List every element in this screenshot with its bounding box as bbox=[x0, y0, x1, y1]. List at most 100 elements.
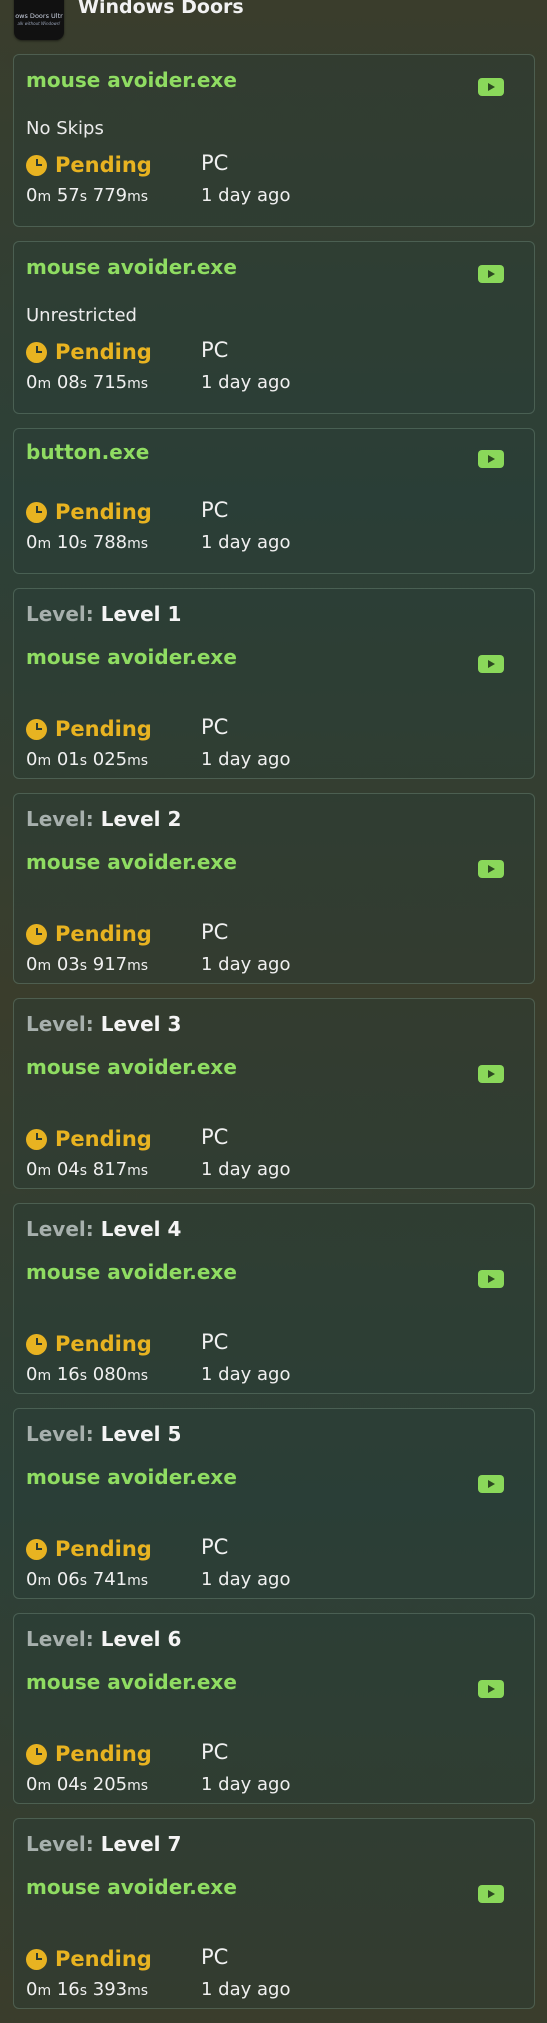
time-milliseconds: 080 bbox=[92, 1364, 128, 1385]
run-card[interactable]: mouse avoider.exe No Skips Pending PC 0m 57s… bbox=[13, 54, 535, 227]
status-badge: Pending bbox=[26, 1537, 152, 1561]
clock-icon bbox=[26, 1333, 47, 1355]
status-text: Pending bbox=[55, 153, 152, 177]
status-text: Pending bbox=[55, 500, 152, 524]
platform-label: PC bbox=[201, 151, 229, 175]
play-video-icon[interactable] bbox=[478, 860, 504, 878]
play-video-icon[interactable] bbox=[478, 655, 504, 673]
clock-icon bbox=[26, 1538, 47, 1560]
run-time: 0m 06s 741ms bbox=[26, 1569, 149, 1590]
category-link[interactable]: mouse avoider.exe bbox=[26, 68, 237, 92]
submitted-ago: 1 day ago bbox=[201, 1979, 291, 2000]
level-name: Level 6 bbox=[100, 1627, 182, 1651]
run-time: 0m 08s 715ms bbox=[26, 372, 149, 393]
time-seconds: 16 bbox=[56, 1979, 80, 2000]
run-card[interactable]: Level: Level 3 mouse avoider.exe Pending PC… bbox=[13, 998, 535, 1189]
clock-icon bbox=[26, 1743, 47, 1765]
status-badge: Pending bbox=[26, 922, 152, 946]
level-label: Level: bbox=[26, 807, 94, 831]
clock-icon bbox=[26, 1948, 47, 1970]
time-seconds: 57 bbox=[56, 185, 80, 206]
status-badge: Pending bbox=[26, 340, 152, 364]
time-milliseconds: 741 bbox=[92, 1569, 128, 1590]
time-milliseconds: 817 bbox=[92, 1159, 128, 1180]
submitted-ago: 1 day ago bbox=[201, 1569, 291, 1590]
submitted-ago: 1 day ago bbox=[201, 372, 291, 393]
status-text: Pending bbox=[55, 1947, 152, 1971]
game-title[interactable]: Windows Doors bbox=[78, 0, 244, 18]
category-link[interactable]: mouse avoider.exe bbox=[26, 1055, 237, 1079]
submitted-ago: 1 day ago bbox=[201, 749, 291, 770]
level-label: Level: bbox=[26, 1012, 94, 1036]
platform-label: PC bbox=[201, 498, 229, 522]
run-card[interactable]: Level: Level 4 mouse avoider.exe Pending PC… bbox=[13, 1203, 535, 1394]
level-name: Level 2 bbox=[100, 807, 182, 831]
subcategory-label: Unrestricted bbox=[26, 305, 137, 326]
play-video-icon[interactable] bbox=[478, 265, 504, 283]
clock-icon bbox=[26, 341, 47, 363]
time-seconds: 10 bbox=[56, 532, 80, 553]
status-text: Pending bbox=[55, 1332, 152, 1356]
category-link[interactable]: mouse avoider.exe bbox=[26, 1465, 237, 1489]
category-link[interactable]: mouse avoider.exe bbox=[26, 645, 237, 669]
time-minutes: 0 bbox=[26, 749, 38, 770]
submitted-ago: 1 day ago bbox=[201, 1159, 291, 1180]
category-link[interactable]: mouse avoider.exe bbox=[26, 850, 237, 874]
time-seconds: 03 bbox=[56, 954, 80, 975]
level-name: Level 7 bbox=[100, 1832, 182, 1856]
time-milliseconds: 917 bbox=[92, 954, 128, 975]
status-text: Pending bbox=[55, 717, 152, 741]
platform-label: PC bbox=[201, 1740, 229, 1764]
time-minutes: 0 bbox=[26, 1774, 38, 1795]
run-time: 0m 16s 393ms bbox=[26, 1979, 149, 2000]
run-list: mouse avoider.exe No Skips Pending PC 0m 57s… bbox=[13, 54, 535, 2023]
time-milliseconds: 788 bbox=[92, 532, 128, 553]
platform-label: PC bbox=[201, 338, 229, 362]
category-link[interactable]: mouse avoider.exe bbox=[26, 1260, 237, 1284]
level-label: Level: bbox=[26, 602, 94, 626]
clock-icon bbox=[26, 1128, 47, 1150]
run-card[interactable]: Level: Level 5 mouse avoider.exe Pending PC… bbox=[13, 1408, 535, 1599]
level-line: Level: Level 5 bbox=[26, 1422, 181, 1446]
run-card[interactable]: Level: Level 2 mouse avoider.exe Pending PC… bbox=[13, 793, 535, 984]
level-line: Level: Level 1 bbox=[26, 602, 181, 626]
play-video-icon[interactable] bbox=[478, 1475, 504, 1493]
level-line: Level: Level 3 bbox=[26, 1012, 181, 1036]
play-video-icon[interactable] bbox=[478, 1270, 504, 1288]
play-video-icon[interactable] bbox=[478, 450, 504, 468]
time-seconds: 06 bbox=[56, 1569, 80, 1590]
play-video-icon[interactable] bbox=[478, 1885, 504, 1903]
status-text: Pending bbox=[55, 1742, 152, 1766]
category-link[interactable]: mouse avoider.exe bbox=[26, 1670, 237, 1694]
category-link[interactable]: mouse avoider.exe bbox=[26, 255, 237, 279]
clock-icon bbox=[26, 923, 47, 945]
run-card[interactable]: button.exe Pending PC 0m 10s 788ms 1 day ago bbox=[13, 428, 535, 574]
category-link[interactable]: mouse avoider.exe bbox=[26, 1875, 237, 1899]
game-cover-image[interactable]: ows Doors Ultr alk without Windows! bbox=[14, 0, 64, 40]
level-name: Level 3 bbox=[100, 1012, 182, 1036]
run-card[interactable]: Level: Level 1 mouse avoider.exe Pending PC… bbox=[13, 588, 535, 779]
category-link[interactable]: button.exe bbox=[26, 440, 149, 464]
status-badge: Pending bbox=[26, 153, 152, 177]
play-video-icon[interactable] bbox=[478, 1065, 504, 1083]
run-card[interactable]: mouse avoider.exe Unrestricted Pending PC 0m… bbox=[13, 241, 535, 414]
platform-label: PC bbox=[201, 1330, 229, 1354]
time-seconds: 04 bbox=[56, 1159, 80, 1180]
status-badge: Pending bbox=[26, 500, 152, 524]
level-name: Level 1 bbox=[100, 602, 182, 626]
time-minutes: 0 bbox=[26, 1159, 38, 1180]
play-video-icon[interactable] bbox=[478, 78, 504, 96]
submitted-ago: 1 day ago bbox=[201, 532, 291, 553]
time-milliseconds: 715 bbox=[92, 372, 128, 393]
clock-icon bbox=[26, 154, 47, 176]
play-video-icon[interactable] bbox=[478, 1680, 504, 1698]
time-minutes: 0 bbox=[26, 954, 38, 975]
submitted-ago: 1 day ago bbox=[201, 185, 291, 206]
cover-title-text: ows Doors Ultr bbox=[15, 12, 63, 20]
run-card[interactable]: Level: Level 7 mouse avoider.exe Pending PC… bbox=[13, 1818, 535, 2009]
time-minutes: 0 bbox=[26, 1979, 38, 2000]
run-card[interactable]: Level: Level 6 mouse avoider.exe Pending PC… bbox=[13, 1613, 535, 1804]
level-label: Level: bbox=[26, 1422, 94, 1446]
subcategory-label: No Skips bbox=[26, 118, 104, 139]
platform-label: PC bbox=[201, 1535, 229, 1559]
